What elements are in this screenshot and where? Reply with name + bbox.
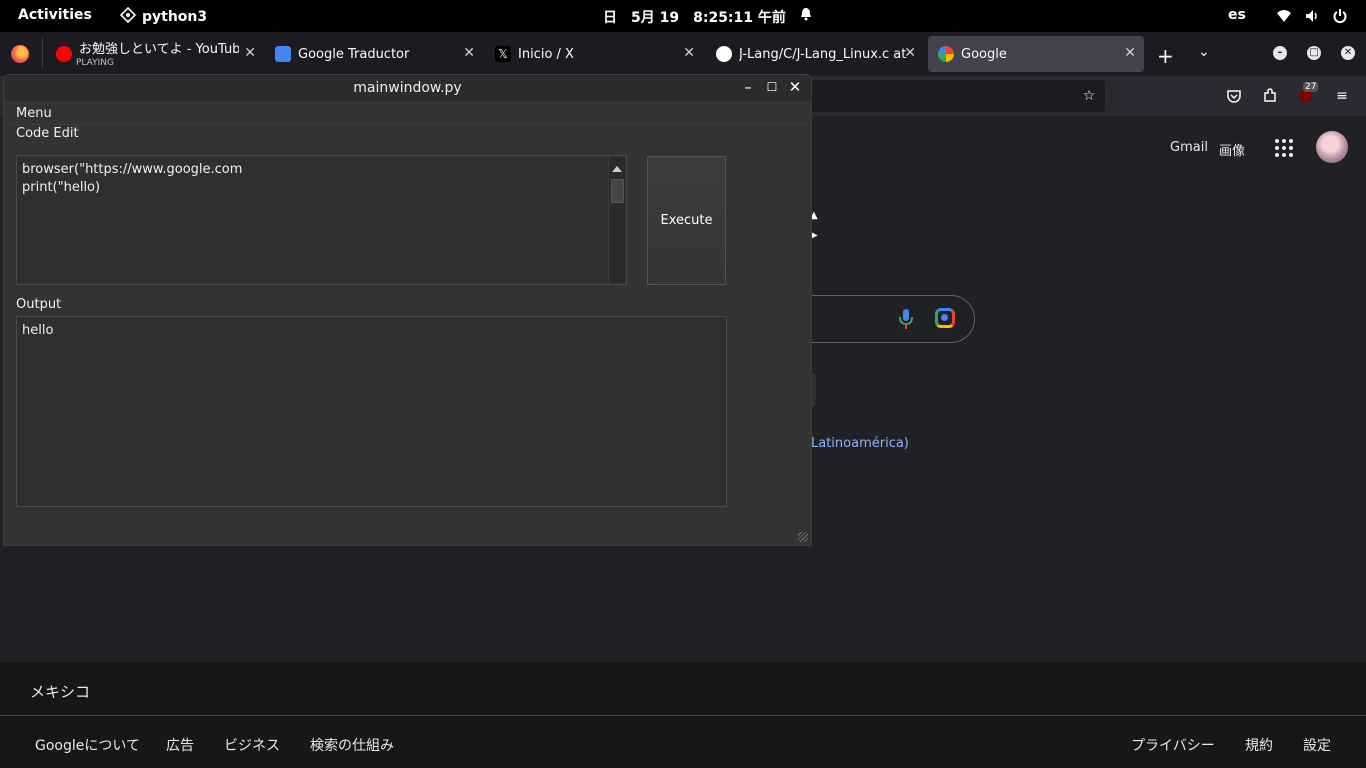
microphone-icon[interactable] (899, 308, 913, 329)
clock[interactable]: 日 5月 19 8:25:11 午前 (603, 7, 812, 27)
output-label: Output (16, 297, 62, 312)
code-line: print("hello) (22, 180, 101, 195)
extensions-puzzle-icon[interactable] (1262, 88, 1278, 104)
close-tab-icon[interactable]: ✕ (683, 45, 695, 61)
footer-country: メキシコ (30, 683, 91, 701)
avatar[interactable] (1316, 131, 1348, 163)
scrollbar-thumb[interactable] (611, 179, 624, 203)
minimize-icon[interactable]: – (740, 78, 756, 96)
close-tab-icon[interactable]: ✕ (904, 45, 916, 61)
footer-link-business[interactable]: ビジネス (224, 735, 280, 755)
gmail-link[interactable]: Gmail (1170, 140, 1208, 155)
notification-bell-icon (800, 7, 812, 27)
footer-link-terms[interactable]: 規約 (1245, 735, 1273, 755)
close-tab-icon[interactable]: ✕ (244, 45, 256, 61)
tab-label: Inicio / X (518, 46, 574, 62)
footer-link-privacy[interactable]: プライバシー (1131, 735, 1215, 755)
extension-badge-count: 27 (1303, 82, 1319, 92)
google-apps-icon[interactable] (1275, 139, 1293, 157)
footer-country-bar: メキシコ (0, 662, 1366, 716)
scroll-up-arrow-icon[interactable] (612, 166, 622, 172)
close-window-icon[interactable]: ✕ (1341, 46, 1355, 60)
clock-day: 日 (603, 10, 617, 26)
footer-link-settings[interactable]: 設定 (1303, 735, 1331, 755)
footer-link-about[interactable]: Googleについて (35, 735, 140, 755)
resize-grip-icon[interactable] (798, 532, 808, 542)
tab-label: お勉強しといてよ - YouTube (79, 41, 239, 57)
close-tab-icon[interactable]: ✕ (463, 45, 475, 61)
close-tab-icon[interactable]: ✕ (1124, 45, 1136, 61)
github-icon (716, 46, 732, 62)
x-icon: 𝕏 (495, 46, 511, 62)
chevron-down-icon[interactable]: ⌄ (1198, 44, 1210, 60)
code-edit-label: Code Edit (16, 126, 79, 141)
footer-link-how-search-works[interactable]: 検索の仕組み (310, 735, 394, 755)
clock-date: 5月 19 (631, 10, 680, 26)
execute-button[interactable]: Execute (647, 156, 726, 285)
bookmark-star-icon[interactable]: ☆ (1081, 88, 1097, 104)
volume-icon (1304, 8, 1320, 24)
tab-github[interactable]: J-Lang/C/J-Lang_Linux.c at ✕ (706, 36, 924, 72)
output-text-area[interactable]: hello (16, 316, 727, 507)
hamburger-menu-icon[interactable]: ≡ (1334, 88, 1350, 104)
tab-separator (42, 38, 43, 68)
youtube-icon (56, 46, 72, 62)
python-app-icon (119, 6, 137, 27)
images-link[interactable]: 画像 (1219, 140, 1245, 159)
tab-label: Google Traductor (298, 46, 410, 62)
tab-x[interactable]: 𝕏 Inicio / X ✕ (485, 36, 703, 72)
google-translate-icon (275, 46, 291, 62)
tab-google[interactable]: Google ✕ (928, 36, 1144, 72)
footer-links-bar: Googleについて 広告 ビジネス 検索の仕組み プライバシー 規約 設定 (0, 716, 1366, 768)
tab-google-translate[interactable]: Google Traductor ✕ (265, 36, 483, 72)
power-icon (1332, 8, 1348, 24)
app-menu-label: python3 (142, 9, 208, 25)
code-line: browser("https://www.google.com (22, 162, 243, 177)
python-app-window: mainwindow.py – ☐ ✕ Menu Code Edit brows… (3, 74, 812, 546)
google-lens-icon[interactable] (935, 308, 955, 328)
language-link[interactable]: Latinoamérica) (811, 436, 909, 451)
pocket-icon[interactable] (1226, 88, 1242, 104)
tab-playing-label: PLAYING (76, 58, 114, 68)
close-icon[interactable]: ✕ (787, 78, 803, 96)
activities-button[interactable]: Activities (18, 7, 92, 23)
tab-label: Google (961, 46, 1007, 62)
window-title: mainwindow.py (353, 80, 462, 96)
menu-divider (4, 124, 811, 125)
google-icon (938, 46, 954, 62)
vertical-scrollbar[interactable] (608, 157, 625, 283)
new-tab-icon[interactable]: + (1157, 44, 1174, 68)
gnome-top-bar: Activities python3 日 5月 19 8:25:11 午前 es (0, 0, 1366, 32)
maximize-window-icon[interactable]: □ (1307, 46, 1321, 60)
footer-link-advertising[interactable]: 広告 (166, 735, 194, 755)
menu-bar-menu[interactable]: Menu (16, 106, 52, 121)
output-line: hello (22, 323, 54, 338)
code-editor[interactable]: browser("https://www.google.com print("h… (16, 155, 627, 285)
maximize-icon[interactable]: ☐ (764, 78, 780, 96)
tab-label: J-Lang/C/J-Lang_Linux.c at (739, 46, 907, 62)
firefox-logo-icon[interactable] (11, 45, 29, 63)
app-menu[interactable]: python3 (119, 6, 208, 27)
system-tray[interactable] (1276, 8, 1348, 24)
clock-time: 8:25:11 午前 (693, 10, 786, 26)
keyboard-layout-indicator[interactable]: es (1228, 7, 1246, 23)
minimize-window-icon[interactable]: – (1273, 46, 1287, 60)
tab-youtube[interactable]: お勉強しといてよ - YouTube PLAYING ✕ (46, 36, 264, 72)
window-title-bar[interactable]: mainwindow.py – ☐ ✕ (4, 75, 811, 101)
wifi-icon (1276, 8, 1292, 24)
